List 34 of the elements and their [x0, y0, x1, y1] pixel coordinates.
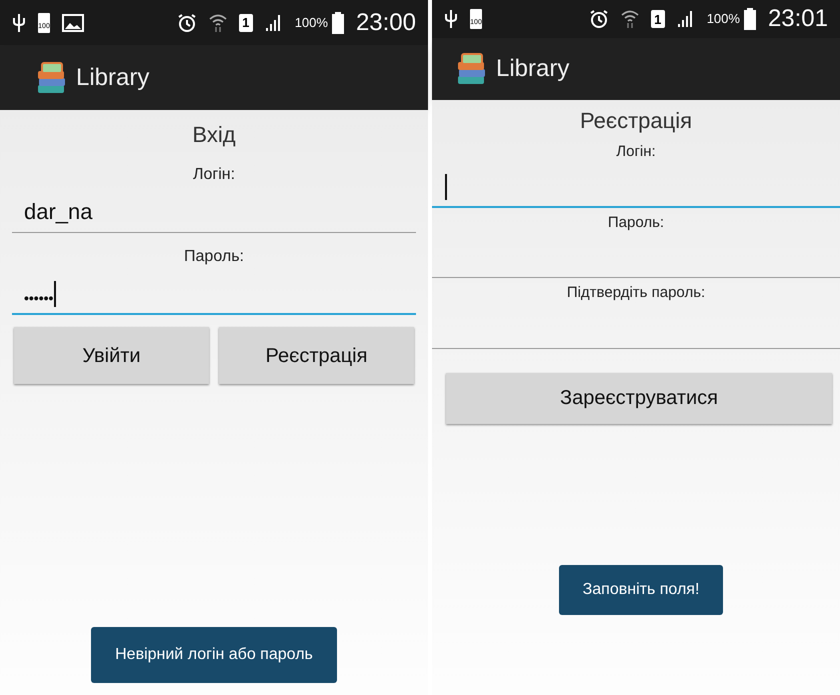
signal-icon — [264, 14, 283, 32]
screen-heading: Вхід — [191, 121, 237, 149]
wifi-icon — [620, 9, 639, 29]
screen-heading: Реєстрація — [578, 107, 694, 135]
field-label: Підтвердіть пароль: — [566, 283, 706, 303]
toast-message: Заповніть поля! — [558, 565, 724, 615]
battery-percent: 100% — [706, 10, 740, 28]
action-button[interactable]: Увійти — [14, 327, 209, 384]
alarm-icon — [588, 9, 609, 29]
battery-percent: 100% — [294, 14, 328, 32]
action-button[interactable]: Реєстрація — [219, 327, 414, 384]
usb-icon — [444, 9, 458, 29]
input-field[interactable]: dar_na — [12, 187, 416, 233]
signal-icon — [676, 10, 695, 28]
wifi-icon — [208, 12, 227, 32]
field-label: Логін: — [192, 165, 236, 185]
input-field[interactable]: •••••• — [12, 269, 416, 315]
clock-time: 23:00 — [356, 10, 416, 34]
alarm-icon — [176, 12, 197, 32]
battery-icon — [332, 12, 344, 34]
books-icon — [36, 60, 68, 94]
sim-indicator: 1 — [238, 14, 253, 32]
sim-indicator: 1 — [650, 10, 665, 28]
field-label: Логін: — [615, 142, 657, 162]
books-icon — [456, 52, 488, 86]
field-label: Пароль: — [606, 212, 666, 232]
clock-time: 23:01 — [768, 7, 828, 31]
register-button[interactable]: Зареєструватися — [446, 372, 832, 424]
battery-icon — [744, 8, 756, 30]
field-label: Пароль: — [183, 247, 245, 267]
usb-icon — [12, 12, 26, 32]
toast-message: Невірний логін або пароль — [91, 627, 337, 683]
app-title: Library — [76, 62, 150, 92]
app-title: Library — [496, 54, 570, 84]
